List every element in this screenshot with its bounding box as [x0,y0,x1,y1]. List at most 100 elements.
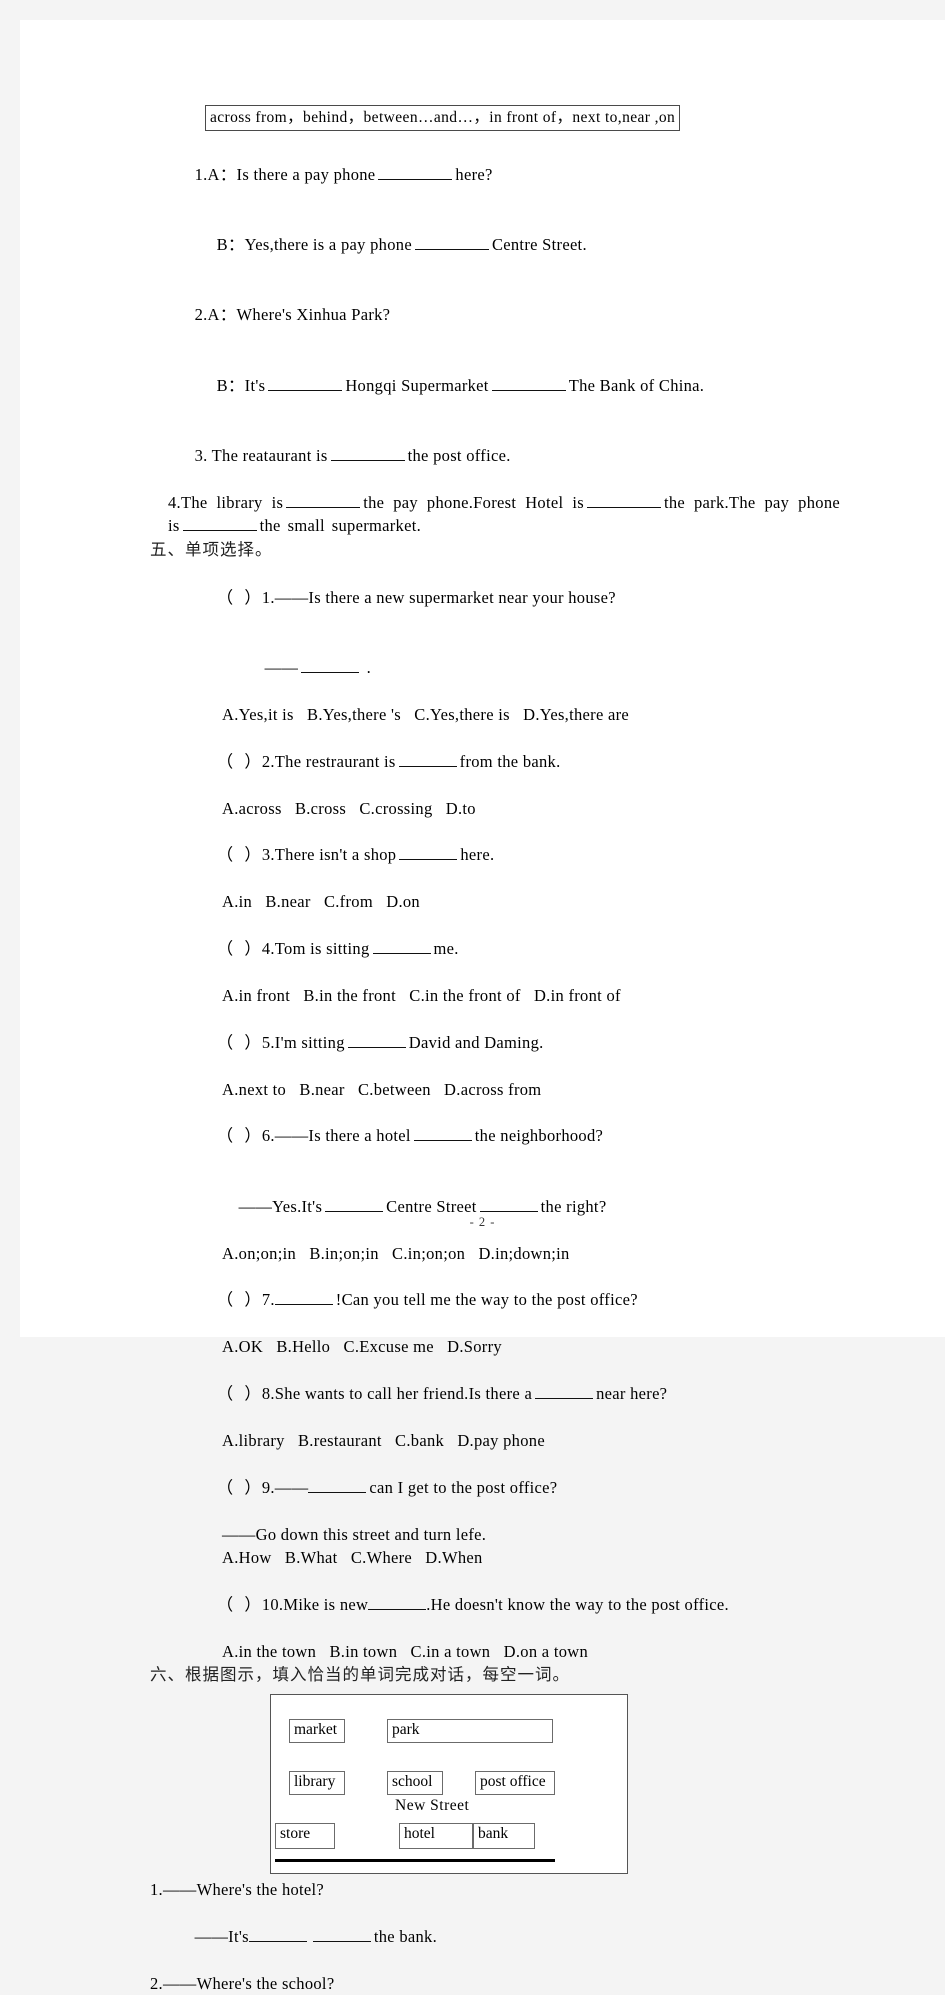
section-five-heading: 五、单项选择。 [150,539,273,559]
mc-q1-stem: ——Is there a new supermarket near your h… [274,587,616,607]
fill-item-1b: B：Yes,there is a pay phone Centre Street. [150,210,830,280]
section-six-heading: 六、根据图示，填入恰当的单词完成对话，每空一词。 [150,1665,570,1685]
mc-q5-stem-after: David and Daming. [408,1032,544,1052]
mc-question-6-line2: ——Yes.It's Centre Street the right? [150,1171,830,1241]
mc-q10-options: A.in the town B.in town C.in a town D.on… [222,1641,589,1661]
mc-question-3: （ ）3.There isn't a shop here. [150,820,830,890]
answer-blank[interactable] [325,1195,384,1212]
mc-q9-number: 9. [261,1477,275,1497]
answer-blank[interactable] [330,444,405,461]
answer-blank[interactable] [368,1593,427,1610]
answer-blank[interactable] [274,1289,333,1306]
map-street-line [275,1858,555,1862]
answer-blank[interactable] [413,1125,472,1142]
answer-paren[interactable]: （ ） [217,939,262,958]
answer-blank[interactable] [286,491,361,508]
answer-blank[interactable] [372,937,431,955]
answer-paren[interactable]: （ ） [217,1595,262,1614]
mc-question-10: （ ）10.Mike is new .He doesn't know the wa… [150,1569,830,1639]
answer-blank[interactable] [248,1925,307,1942]
answer-blank[interactable] [378,163,453,180]
answer-blank[interactable] [414,233,489,251]
answer-blank[interactable] [586,491,661,508]
map-street-label: New Street [395,1796,470,1814]
answer-paren[interactable]: （ ） [217,1384,262,1403]
worksheet-page: across from，behind，between…and…，in front… [20,20,945,1993]
mc-q10-stem-before: Mike is new [283,1594,369,1614]
answer-paren[interactable]: （ ） [217,588,262,607]
mc-q2-number: 2. [261,751,275,771]
mc-question-9: （ ）9.—— can I get to the post office? [150,1452,830,1522]
mc-q8-options: A.library B.restaurant C.bank D.pay phon… [222,1430,545,1450]
answer-paren[interactable]: （ ） [217,1290,262,1309]
answer-blank[interactable] [491,374,566,391]
mc-question-2: （ ）2.The restraurant is from the bank. [150,726,830,796]
mc-q3-stem-before: There isn't a shop [274,845,397,865]
mc-q4-stem-after: me. [433,939,459,959]
answer-blank[interactable] [308,1476,367,1493]
answer-paren[interactable]: （ ） [217,752,262,771]
mc-question-8: （ ）8.She wants to call her friend.Is the… [150,1359,830,1429]
mc-q1-options: A.Yes,it is B.Yes,there 's C.Yes,there i… [222,704,630,724]
mc-q7-stem-after: !Can you tell me the way to the post off… [335,1290,638,1310]
mc-q1-dash: —— [264,657,299,677]
mc-question-5: （ ）5.I'm sitting David and Daming. [150,1007,830,1077]
fill-item-3-text: 3. The reataurant is [194,445,328,465]
dialogue-1-answer: ——It's the bank. [150,1901,830,1971]
mc-q6-stem2-mid: Centre Street [386,1196,477,1216]
mc-q3-stem-after: here. [460,845,495,865]
map-box-park: park [387,1718,553,1743]
fill-item-4: 4.The library is the pay phone.Forest Hot… [150,491,840,538]
mc-q6-stem2-before: ——Yes.It's [238,1196,323,1216]
map-box-market: market [289,1718,345,1743]
mc-question-4: （ ）4.Tom is sitting me. [150,914,830,984]
answer-blank[interactable] [399,844,458,861]
answer-blank[interactable] [347,1031,406,1048]
fill-item-2b: B：It's Hongqi Supermarket The Bank of Chin… [150,350,830,420]
mc-q5-number: 5. [261,1032,275,1052]
map-box-store: store [275,1822,335,1849]
fill-item-4-text: 4.The library is [168,492,284,512]
fill-item-1a: 1.A：Is there a pay phone here? [150,139,830,209]
fill-item-2b-tail: The Bank of China. [568,375,705,395]
answer-blank[interactable] [535,1382,594,1400]
dialogue-1-answer-after: the bank. [373,1926,438,1946]
answer-paren[interactable]: （ ） [217,1478,262,1497]
fill-item-2a-text: 2.A：Where's Xinhua Park? [194,305,391,325]
answer-blank[interactable] [182,514,257,532]
answer-blank[interactable] [398,750,457,767]
answer-paren[interactable]: （ ） [217,1033,262,1052]
mc-question-7: （ ）7. !Can you tell me the way to the pos… [150,1265,830,1335]
answer-blank[interactable] [312,1925,371,1942]
mc-q2-stem-after: from the bank. [459,751,561,771]
mc-q8-stem-after: near here? [596,1384,668,1404]
dialogue-1-question: 1.——Where's the hotel? [150,1879,325,1899]
answer-blank[interactable] [268,374,343,391]
answer-paren[interactable]: （ ） [217,845,262,864]
page-number: - 2 - [469,1215,496,1229]
mc-q1-number: 1. [261,587,275,607]
fill-item-4-tail: the small supermarket. [259,516,422,536]
map-box-bank: bank [473,1822,535,1849]
mc-q8-stem-before: She wants to call her friend.Is there a [274,1384,533,1404]
mc-q1-period: . [362,657,372,677]
fill-item-1b-text: B：Yes,there is a pay phone [216,235,412,255]
fill-item-2b-text: B：It's [216,375,266,395]
fill-item-1a-tail: here? [455,164,493,184]
fill-item-2a: 2.A：Where's Xinhua Park? [150,280,830,350]
page-content: across from，behind，between…and…，in front… [150,105,840,1995]
fill-item-3: 3. The reataurant is the post office. [150,420,830,490]
fill-item-1b-tail: Centre Street. [491,235,587,255]
answer-paren[interactable]: （ ） [217,1126,262,1145]
answer-blank[interactable] [301,656,360,673]
answer-blank[interactable] [479,1195,538,1212]
dialogue-2-question: 2.——Where's the school? [150,1973,335,1993]
mc-q8-number: 8. [261,1384,275,1404]
mc-question-6: （ ）6.——Is there a hotel the neighborhood? [150,1101,830,1171]
mc-q7-options: A.OK B.Hello C.Excuse me D.Sorry [222,1337,502,1357]
map-box-school: school [387,1770,443,1795]
fill-item-4-mid: the pay phone.Forest Hotel is [363,492,584,512]
mc-q10-number: 10. [261,1594,284,1614]
mc-q7-number: 7. [261,1290,275,1310]
mc-q2-options: A.across B.cross C.crossing D.to [222,798,476,818]
